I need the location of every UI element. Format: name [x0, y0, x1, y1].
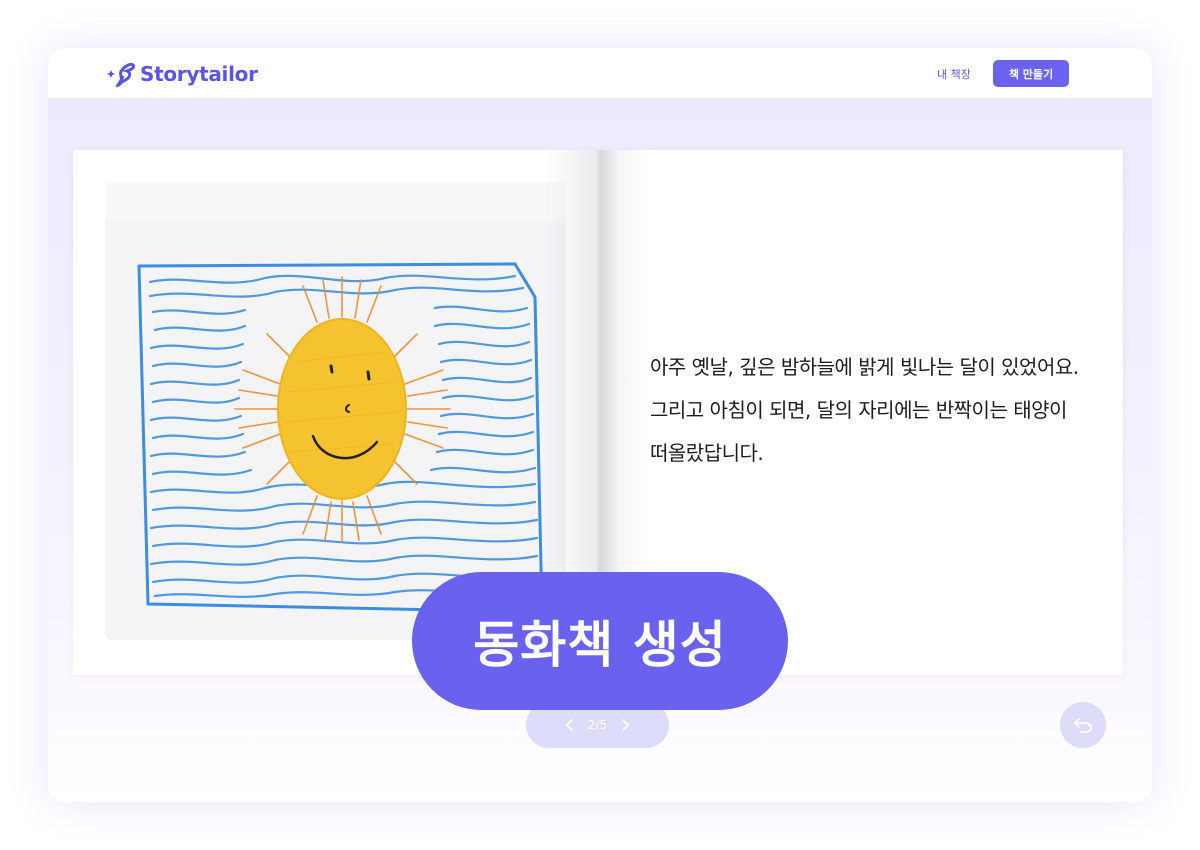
chevron-left-icon[interactable] [562, 717, 578, 733]
my-bookshelf-link[interactable]: 내 책장 [937, 66, 971, 82]
logo[interactable]: Storytailor [106, 60, 258, 88]
generate-storybook-button[interactable]: 동화책 생성 [412, 572, 788, 710]
page-indicator: 2/5 [587, 718, 608, 732]
undo-button[interactable] [1060, 702, 1106, 748]
sparkle-feather-icon [107, 62, 135, 88]
photo-top-strip [105, 182, 566, 222]
logo-text: Storytailor [140, 62, 258, 86]
top-nav-bar: Storytailor 내 책장 책 만들기 [48, 48, 1152, 99]
story-text: 아주 옛날, 깊은 밤하늘에 밝게 빛나는 달이 있었어요. 그리고 아침이 되… [650, 355, 1079, 465]
create-book-button[interactable]: 책 만들기 [993, 60, 1069, 87]
chevron-right-icon[interactable] [617, 717, 633, 733]
undo-icon [1074, 718, 1092, 733]
